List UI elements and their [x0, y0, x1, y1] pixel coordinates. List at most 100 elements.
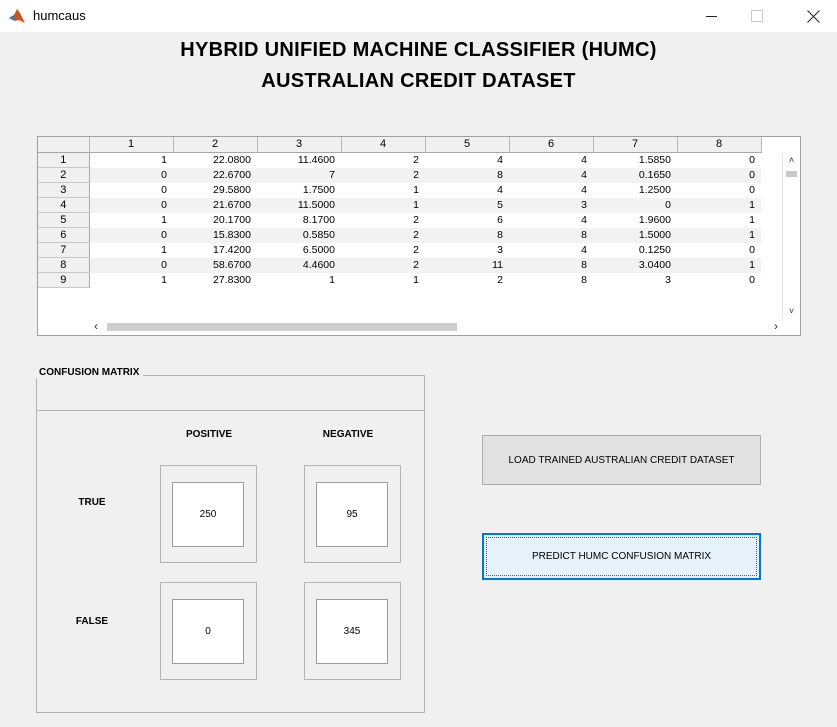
row-header[interactable]: 6 [38, 227, 90, 243]
table-cell[interactable]: 7 [257, 167, 341, 183]
table-cell[interactable]: 8.1700 [257, 213, 341, 228]
table-cell[interactable]: 4 [425, 153, 509, 168]
column-header[interactable]: 3 [257, 137, 342, 153]
column-header[interactable]: 2 [173, 137, 258, 153]
scroll-thumb[interactable] [786, 171, 797, 177]
table-cell[interactable]: 4 [509, 213, 593, 228]
table-cell[interactable]: 15.8300 [173, 227, 257, 243]
column-header[interactable]: 1 [89, 137, 174, 153]
predict-confusion-matrix-button[interactable]: PREDICT HUMC CONFUSION MATRIX [482, 533, 761, 580]
table-cell[interactable]: 3 [425, 243, 509, 258]
vertical-scrollbar[interactable]: ˄ ˅ [782, 153, 800, 318]
horizontal-scrollbar[interactable]: ‹ › [90, 318, 782, 335]
table-cell[interactable]: 4 [425, 183, 509, 198]
row-header[interactable]: 9 [38, 272, 90, 288]
table-cell[interactable]: 0 [89, 167, 173, 183]
table-cell[interactable]: 1 [341, 197, 425, 213]
row-header[interactable]: 2 [38, 167, 90, 183]
row-header[interactable]: 1 [38, 152, 90, 168]
column-header[interactable]: 4 [341, 137, 426, 153]
table-cell[interactable]: 11.5000 [257, 197, 341, 213]
table-cell[interactable]: 1 [257, 273, 341, 288]
table-cell[interactable]: 21.6700 [173, 197, 257, 213]
table-cell[interactable]: 0.1250 [593, 243, 677, 258]
column-header[interactable]: 7 [593, 137, 678, 153]
table-cell[interactable]: 1 [341, 183, 425, 198]
table-cell[interactable]: 1 [341, 273, 425, 288]
table-cell[interactable]: 1.7500 [257, 183, 341, 198]
table-cell[interactable]: 2 [341, 243, 425, 258]
table-cell[interactable]: 1 [89, 153, 173, 168]
table-cell[interactable]: 1 [89, 273, 173, 288]
table-cell[interactable]: 3 [593, 273, 677, 288]
table-cell[interactable]: 6 [425, 213, 509, 228]
scroll-thumb[interactable] [107, 323, 457, 331]
table-cell[interactable]: 22.6700 [173, 167, 257, 183]
table-cell[interactable]: 1 [677, 257, 761, 273]
table-cell[interactable]: 22.0800 [173, 153, 257, 168]
table-cell[interactable]: 0 [677, 153, 761, 168]
table-cell[interactable]: 8 [425, 167, 509, 183]
data-table[interactable]: 1 2 3 4 5 6 7 8 1 1 22.0800 11.4600 2 4 4 1.585… [37, 136, 801, 336]
column-header[interactable]: 6 [509, 137, 594, 153]
scroll-left-icon[interactable]: ‹ [94, 319, 98, 333]
table-cell[interactable]: 2 [341, 227, 425, 243]
scroll-up-icon[interactable]: ˄ [783, 155, 800, 165]
table-cell[interactable]: 2 [341, 257, 425, 273]
table-cell[interactable]: 0 [89, 227, 173, 243]
table-cell[interactable]: 2 [425, 273, 509, 288]
row-header[interactable]: 7 [38, 242, 90, 258]
table-cell[interactable]: 17.4200 [173, 243, 257, 258]
table-cell[interactable]: 0 [677, 273, 761, 288]
table-cell[interactable]: 11.4600 [257, 153, 341, 168]
scroll-right-icon[interactable]: › [774, 319, 778, 333]
table-cell[interactable]: 3.0400 [593, 257, 677, 273]
table-cell[interactable]: 0 [677, 167, 761, 183]
table-cell[interactable]: 6.5000 [257, 243, 341, 258]
table-cell[interactable]: 1 [89, 243, 173, 258]
table-cell[interactable]: 1.2500 [593, 183, 677, 198]
load-dataset-button[interactable]: LOAD TRAINED AUSTRALIAN CREDIT DATASET [482, 435, 761, 485]
table-cell[interactable]: 3 [509, 197, 593, 213]
table-cell[interactable]: 2 [341, 153, 425, 168]
table-cell[interactable]: 1 [677, 227, 761, 243]
table-cell[interactable]: 4 [509, 243, 593, 258]
table-cell[interactable]: 8 [509, 227, 593, 243]
table-cell[interactable]: 29.5800 [173, 183, 257, 198]
table-cell[interactable]: 0.5850 [257, 227, 341, 243]
table-cell[interactable]: 4 [509, 183, 593, 198]
table-cell[interactable]: 1.9600 [593, 213, 677, 228]
table-cell[interactable]: 1.5850 [593, 153, 677, 168]
table-cell[interactable]: 8 [509, 273, 593, 288]
table-cell[interactable]: 1 [89, 213, 173, 228]
minimize-button[interactable] [688, 0, 734, 32]
column-header[interactable]: 8 [677, 137, 762, 153]
table-cell[interactable]: 0 [89, 183, 173, 198]
row-header[interactable]: 8 [38, 257, 90, 273]
table-cell[interactable]: 11 [425, 257, 509, 273]
table-cell[interactable]: 8 [509, 257, 593, 273]
table-cell[interactable]: 0 [593, 197, 677, 213]
scroll-down-icon[interactable]: ˅ [783, 306, 800, 316]
table-cell[interactable]: 1.5000 [593, 227, 677, 243]
table-cell[interactable]: 2 [341, 167, 425, 183]
close-button[interactable] [790, 0, 836, 32]
table-cell[interactable]: 20.1700 [173, 213, 257, 228]
table-cell[interactable]: 8 [425, 227, 509, 243]
row-header[interactable]: 5 [38, 212, 90, 228]
table-cell[interactable]: 4 [509, 153, 593, 168]
table-cell[interactable]: 1 [677, 197, 761, 213]
table-cell[interactable]: 5 [425, 197, 509, 213]
table-cell[interactable]: 58.6700 [173, 257, 257, 273]
table-cell[interactable]: 0 [677, 243, 761, 258]
row-header[interactable]: 4 [38, 197, 90, 213]
row-header[interactable]: 3 [38, 182, 90, 198]
table-cell[interactable]: 27.8300 [173, 273, 257, 288]
table-cell[interactable]: 4.4600 [257, 257, 341, 273]
table-cell[interactable]: 2 [341, 213, 425, 228]
table-cell[interactable]: 4 [509, 167, 593, 183]
maximize-button[interactable] [734, 0, 780, 32]
table-cell[interactable]: 0 [677, 183, 761, 198]
table-cell[interactable]: 0.1650 [593, 167, 677, 183]
table-cell[interactable]: 0 [89, 197, 173, 213]
